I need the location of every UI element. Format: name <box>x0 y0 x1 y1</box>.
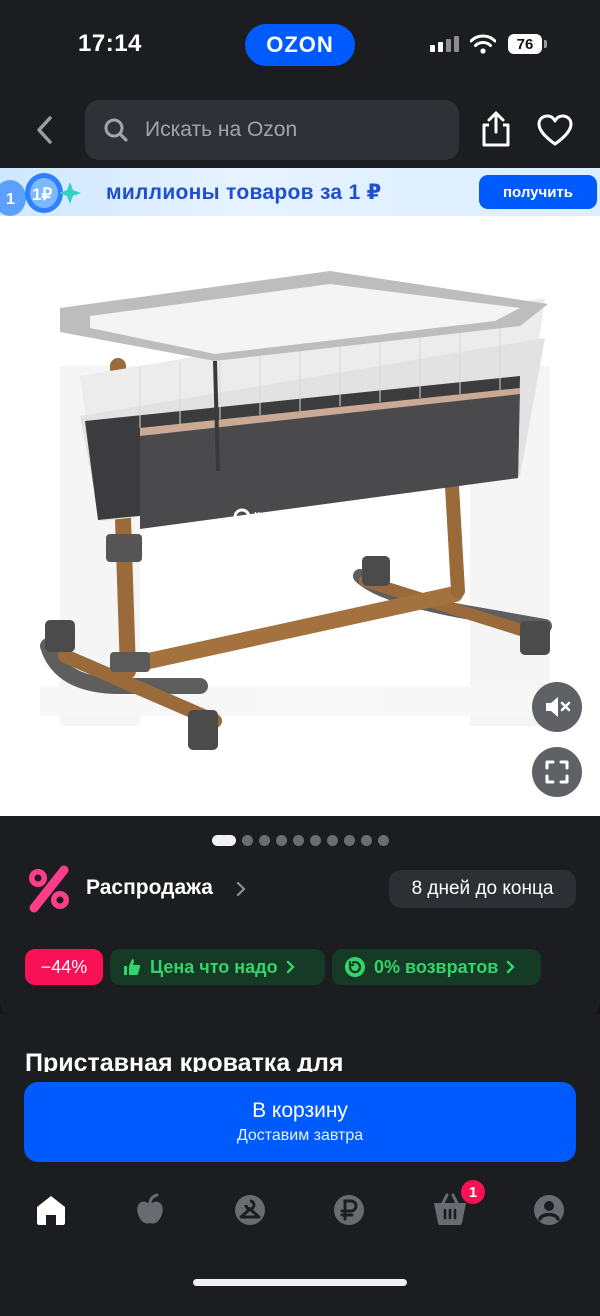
home-indicator[interactable] <box>193 1279 407 1286</box>
ozon-logo[interactable]: OZON <box>245 24 355 66</box>
search-icon <box>104 118 128 142</box>
cart-count-badge: 1 <box>461 1180 485 1204</box>
chevron-right-icon <box>286 960 295 974</box>
carousel-dot[interactable] <box>258 834 270 846</box>
return-icon <box>345 957 365 977</box>
delivery-label: Доставим завтра <box>236 1127 364 1144</box>
chevron-left-icon[interactable] <box>30 112 60 148</box>
heart-icon[interactable] <box>536 113 574 147</box>
returns-badge[interactable]: 0% возвратов <box>332 949 541 985</box>
coin-label-1: 1 <box>6 191 15 208</box>
promo-get-button[interactable]: получить <box>479 175 597 209</box>
profile-icon[interactable] <box>529 1190 569 1230</box>
mute-button[interactable] <box>532 682 582 732</box>
bassinet-illustration: lionelo <box>40 271 560 750</box>
search-input[interactable]: Искать на Ozon <box>85 100 459 160</box>
signal-icon <box>430 36 459 52</box>
status-time: 17:14 <box>78 30 142 57</box>
carousel-dot[interactable] <box>241 834 253 846</box>
returns-label: 0% возвратов <box>374 956 499 977</box>
coin-label-2: 1₽ <box>32 185 52 204</box>
ruble-icon[interactable] <box>329 1190 369 1230</box>
good-price-badge[interactable]: Цена что надо <box>110 949 325 985</box>
percent-icon <box>29 865 69 913</box>
battery-icon: 76 <box>508 34 542 54</box>
search-placeholder: Искать на Ozon <box>145 118 298 141</box>
carousel-dot[interactable] <box>292 834 304 846</box>
discount-badge: −44% <box>25 949 103 985</box>
carousel-dot[interactable] <box>211 834 236 846</box>
good-price-label: Цена что надо <box>150 956 278 977</box>
share-icon[interactable] <box>479 110 513 148</box>
chevron-right-icon <box>507 960 515 974</box>
promo-text: миллионы товаров за 1 ₽ <box>106 181 382 204</box>
carousel-dot[interactable] <box>343 834 355 846</box>
carousel-dot[interactable] <box>360 834 372 846</box>
carousel-dot[interactable] <box>326 834 338 846</box>
chevron-right-icon <box>236 881 246 897</box>
add-to-cart-label: В корзину <box>252 1099 348 1122</box>
fullscreen-icon <box>545 760 569 784</box>
catalog-icon[interactable] <box>230 1190 270 1230</box>
carousel-dots[interactable] <box>0 832 600 848</box>
days-left-badge: 8 дней до конца <box>389 870 576 908</box>
carousel-dot[interactable] <box>275 834 287 846</box>
coins-icon: 1 1₽ <box>0 173 81 216</box>
fresh-icon[interactable] <box>130 1190 170 1230</box>
carousel-dot[interactable] <box>309 834 321 846</box>
add-to-cart-button[interactable]: В корзину Доставим завтра <box>24 1082 576 1162</box>
home-icon[interactable] <box>31 1190 71 1230</box>
mute-icon <box>546 697 571 717</box>
product-image[interactable]: lionelo <box>0 216 600 816</box>
product-title: Приставная кроватка для <box>25 1049 344 1072</box>
thumbs-up-icon <box>124 959 141 975</box>
sale-label[interactable]: Распродажа <box>86 876 213 900</box>
brand-mark: lionelo <box>254 509 295 525</box>
battery-cap <box>544 40 547 48</box>
fullscreen-button[interactable] <box>532 747 582 797</box>
wifi-icon <box>470 34 496 54</box>
carousel-dot[interactable] <box>377 834 389 846</box>
